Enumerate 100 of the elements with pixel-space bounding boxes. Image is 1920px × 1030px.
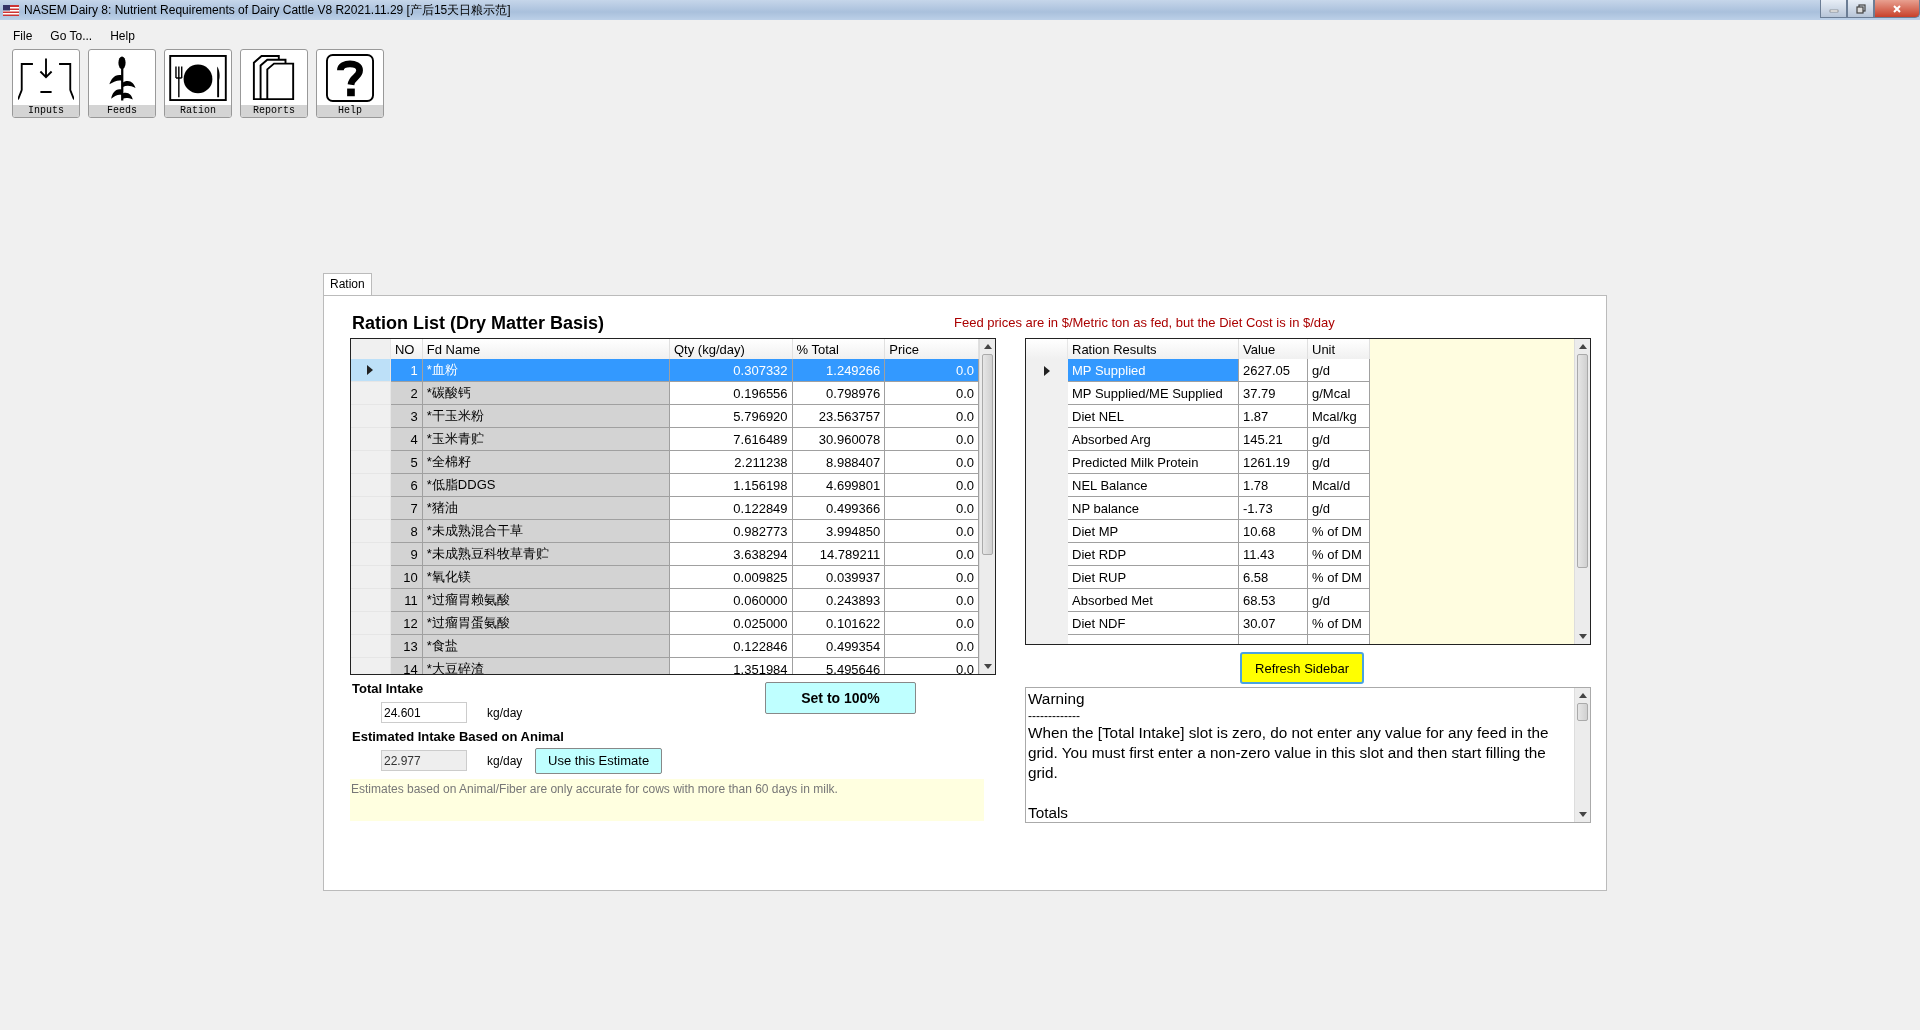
table-cell: 0.025000 [670,612,793,635]
grid-row[interactable]: 11 *过瘤胃赖氨酸 0.060000 0.243893 0.0 [351,589,979,612]
set-button[interactable]: Set to 100% [765,682,916,714]
down-arrow-icon[interactable] [983,664,992,669]
scrollbar[interactable] [979,339,995,674]
table-cell: g/d [1308,428,1370,451]
field-label: Total Intake [351,681,425,698]
column-header[interactable]: Value [1239,339,1308,359]
grid-row[interactable]: 5 *全棉籽 2.211238 8.988407 0.0 [351,451,979,474]
table-cell: 7 [390,497,423,520]
row-pointer-icon [367,365,374,375]
scrollbar-thumb[interactable] [982,354,993,555]
toolbar-button[interactable]: Help [316,49,384,118]
table-cell: *玉米青贮 [422,428,670,451]
table-cell: *氧化镁 [422,566,670,589]
message-heading: Totals [1028,803,1069,822]
table-cell: 13 [390,635,423,658]
grid-row[interactable]: 6 *低脂DDGS 1.156198 4.699801 0.0 [351,474,979,497]
table-cell: 1.87 [1239,405,1308,428]
table-cell: Predicted Milk Protein [1068,451,1239,474]
table-cell: *干玉米粉 [422,405,670,428]
table-cell: 0.243893 [792,589,886,612]
minimize-button[interactable] [1820,0,1847,18]
message-box[interactable]: Warning ------------- When the [Total Intake] slot is zero, do not enter any value for any feed in the grid. You must first enter a non-zero value in this slot and then start filling the grid. Totals [1025,687,1591,823]
table-cell: 0.009825 [670,566,793,589]
toolbar-button[interactable]: Reports [240,49,308,118]
table-cell: -1.73 [1239,497,1308,520]
grid-row[interactable]: 9 *未成熟豆科牧草青贮 3.638294 14.789211 0.0 [351,543,979,566]
table-cell: 30.960078 [792,428,886,451]
refresh-button[interactable]: Refresh Sidebar [1240,652,1364,684]
grid-row[interactable]: 4 *玉米青贮 7.616489 30.960078 0.0 [351,428,979,451]
grid-row[interactable]: 8 *未成熟混合干草 0.982773 3.994850 0.0 [351,520,979,543]
table-cell: *大豆碎渣 [422,658,670,674]
up-arrow-icon[interactable] [1578,693,1587,698]
table-cell: 6 [390,474,423,497]
table-cell: g/d [1308,497,1370,520]
restore-button[interactable] [1847,0,1874,18]
row-pointer-icon [1044,365,1050,376]
table-cell: 30.07 [1239,612,1308,635]
up-arrow-icon[interactable] [1578,344,1587,349]
toolbar-button[interactable]: Inputs [12,49,80,118]
table-cell: % of DM [1308,566,1370,589]
grid-row[interactable]: 14 *大豆碎渣 1.351984 5.495646 0.0 [351,658,979,674]
corner-cell[interactable] [1026,339,1068,359]
warning-text: When the [Total Intake] slot is zero, do not enter any value for any feed in the grid. You must first enter a non-zero value in this slot and then start filling the grid. [1028,723,1550,783]
grid-row[interactable]: 13 *食盐 0.122846 0.499354 0.0 [351,635,979,658]
table-cell: NP balance [1068,497,1239,520]
down-arrow-icon[interactable] [1578,634,1587,639]
close-icon [1891,3,1903,14]
table-cell: *过瘤胃蛋氨酸 [422,612,670,635]
table-cell: Mcal/kg [1308,405,1370,428]
grid-row[interactable]: 2 *碳酸钙 0.196556 0.798976 0.0 [351,382,979,405]
field-label: Estimated Intake Based on Animal [351,729,565,746]
table-cell: 14 [390,658,423,674]
scrollbar[interactable] [1574,339,1590,644]
table-cell: 0.101622 [792,612,886,635]
table-cell: 5.796920 [670,405,793,428]
table-cell: g/d [1308,589,1370,612]
grid-row[interactable]: 12 *过瘤胃蛋氨酸 0.025000 0.101622 0.0 [351,612,979,635]
table-cell: 8 [390,520,423,543]
note-text: Estimates based on Animal/Fiber are only accurate for cows with more than 60 days in milk. [350,779,984,821]
grid-row[interactable]: 7 *猪油 0.122849 0.499366 0.0 [351,497,979,520]
toolbar-button[interactable]: Ration [164,49,232,118]
menu-item[interactable]: Help [101,29,144,43]
column-header[interactable]: Unit [1308,339,1370,359]
table-cell: *猪油 [422,497,670,520]
table-cell: *过瘤胃赖氨酸 [422,589,670,612]
table-cell: 1.156198 [670,474,793,497]
up-arrow-icon[interactable] [983,344,992,349]
window-title: NASEM Dairy 8: Nutrient Requirements of Dairy Cattle V8 R2021.11.29 [产后15天日粮示范] [24,1,511,19]
menu-item[interactable]: Go To... [41,29,102,43]
close-button[interactable] [1874,0,1920,18]
table-cell: 5 [390,451,423,474]
scrollbar[interactable] [1574,688,1590,822]
table-cell: 9 [390,543,423,566]
input-field[interactable]: 24.601 [381,702,467,723]
table-cell: 5.495646 [792,658,886,674]
menu-item[interactable]: File [4,29,42,43]
table-cell: 0.196556 [670,382,793,405]
corner-cell[interactable] [351,339,391,359]
table-cell: 7.616489 [670,428,793,451]
table-cell: MP Supplied/ME Supplied [1068,382,1239,405]
table-cell: *全棉籽 [422,451,670,474]
table-cell: *低脂DDGS [422,474,670,497]
table-cell: Diet RUP [1068,566,1239,589]
down-arrow-icon[interactable] [1578,812,1587,817]
row-header[interactable] [351,359,391,382]
tray-icon [18,55,74,100]
column-header[interactable]: Ration Results [1068,339,1239,359]
plate-icon [169,54,227,101]
scrollbar-thumb[interactable] [1577,354,1588,568]
tab[interactable]: Ration [323,273,372,295]
scrollbar-thumb[interactable] [1577,703,1588,721]
toolbar-button[interactable]: Feeds [88,49,156,118]
grid-row[interactable]: 10 *氧化镁 0.009825 0.039937 0.0 [351,566,979,589]
grid-row[interactable]: 3 *干玉米粉 5.796920 23.563757 0.0 [351,405,979,428]
table-cell: 11 [390,589,423,612]
table-cell: 0.122849 [670,497,793,520]
table-cell: 0.499354 [792,635,886,658]
table-cell: 3 [390,405,423,428]
